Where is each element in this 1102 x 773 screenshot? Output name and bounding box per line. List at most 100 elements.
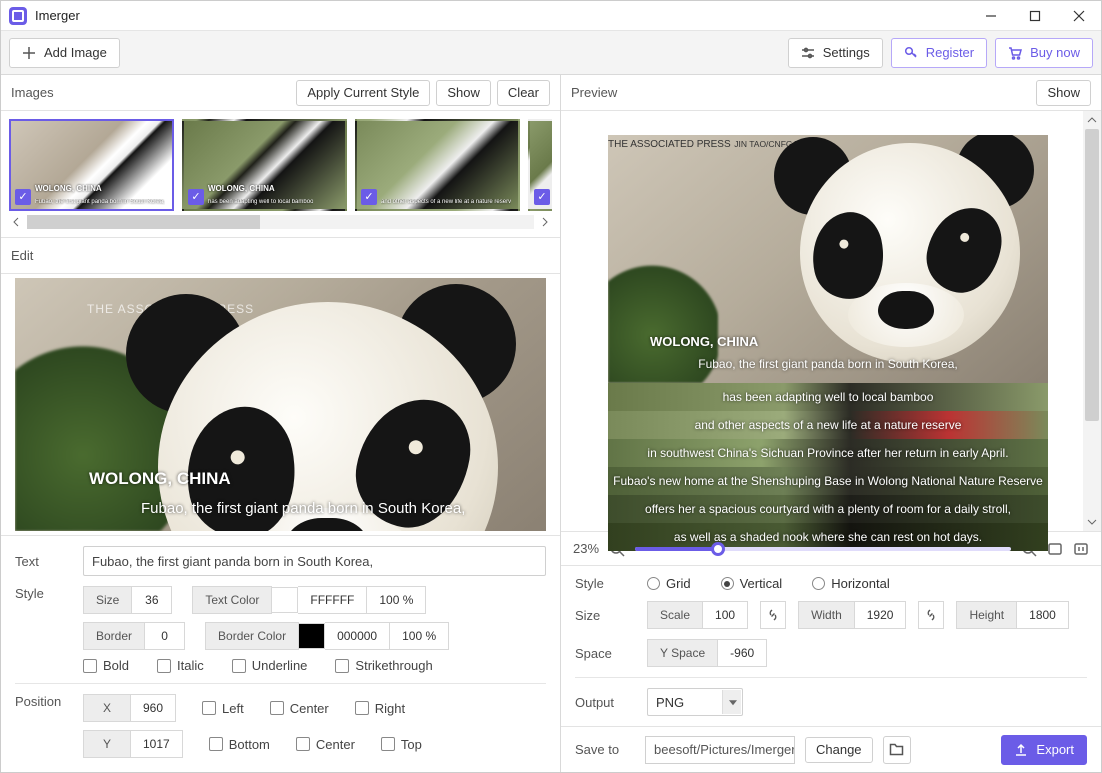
yspace-input[interactable]: -960 (718, 639, 767, 667)
apply-style-label: Apply Current Style (307, 85, 419, 100)
scroll-grip[interactable] (27, 215, 260, 229)
buy-now-button[interactable]: Buy now (995, 38, 1093, 68)
textcolor-swatch[interactable] (272, 587, 298, 613)
output-select[interactable]: PNG (647, 688, 743, 716)
preview-show-button[interactable]: Show (1036, 80, 1091, 106)
pos-right-checkbox[interactable]: Right (355, 701, 405, 716)
export-button[interactable]: Export (1001, 735, 1087, 765)
bordercolor-pct-input[interactable]: 100 % (390, 622, 449, 650)
scroll-right-icon[interactable] (536, 215, 552, 229)
scale-input[interactable]: 100 (703, 601, 748, 629)
images-panel-title: Images (11, 85, 54, 100)
register-button[interactable]: Register (891, 38, 987, 68)
link-size-button[interactable] (918, 601, 944, 629)
underline-checkbox[interactable]: Underline (232, 658, 308, 673)
actual-size-icon[interactable] (1073, 541, 1089, 557)
thumb-subtitle: and other aspects of a new life at a nat… (381, 199, 511, 205)
preview-vscroll[interactable] (1083, 111, 1101, 531)
scroll-up-icon[interactable] (1083, 111, 1101, 129)
textcolor-pct-input[interactable]: 100 % (367, 586, 426, 614)
saveto-label: Save to (575, 742, 635, 757)
buy-now-label: Buy now (1030, 45, 1080, 60)
bordercolor-hex-input[interactable]: 000000 (325, 622, 390, 650)
space-label: Space (575, 646, 635, 661)
location-text: WOLONG, CHINA (89, 469, 231, 489)
thumb-item[interactable]: and other aspects of a new life at a nat… (355, 119, 520, 211)
cart-icon (1008, 46, 1022, 60)
thumb-item[interactable]: WOLONG, CHINA Fubao, the first giant pan… (9, 119, 174, 211)
settings-button[interactable]: Settings (788, 38, 883, 68)
text-input[interactable]: Fubao, the first giant panda born in Sou… (83, 546, 546, 576)
bold-checkbox[interactable]: Bold (83, 658, 129, 673)
thumb-caption: WOLONG, CHINA (208, 184, 275, 193)
sliders-icon (801, 46, 815, 60)
maximize-button[interactable] (1013, 1, 1057, 31)
zoom-slider[interactable] (635, 547, 1011, 551)
bordercolor-label: Border Color (205, 622, 299, 650)
pos-bottom-checkbox[interactable]: Bottom (209, 737, 270, 752)
output-select-value: PNG (656, 695, 684, 710)
link-aspect-button[interactable] (760, 601, 786, 629)
fit-icon[interactable] (1047, 541, 1063, 557)
height-input[interactable]: 1800 (1017, 601, 1069, 629)
edit-canvas[interactable]: THE ASSOCIATED PRESS JIN TAO/CNFGA WOLON… (1, 274, 560, 535)
italic-checkbox[interactable]: Italic (157, 658, 204, 673)
top-toolbar: Add Image Settings Register Buy now (1, 31, 1101, 75)
border-label: Border (83, 622, 145, 650)
x-input[interactable]: 960 (131, 694, 176, 722)
scale-label: Scale (647, 601, 703, 629)
merge-line: Fubao, the first giant panda born in Sou… (608, 357, 1048, 371)
check-icon (188, 189, 204, 205)
add-image-label: Add Image (44, 45, 107, 60)
style-vertical-radio[interactable]: Vertical (721, 576, 783, 591)
textcolor-hex-input[interactable]: FFFFFF (298, 586, 367, 614)
size-input[interactable]: 36 (132, 586, 172, 614)
thumb-item[interactable]: WOLONG, CHINA has been adapting well to … (182, 119, 347, 211)
scroll-grip[interactable] (1085, 129, 1099, 421)
scroll-track[interactable] (27, 215, 534, 229)
thumbs-strip: WOLONG, CHINA Fubao, the first giant pan… (1, 111, 560, 238)
pos-hcenter-checkbox[interactable]: Center (270, 701, 329, 716)
height-label: Height (956, 601, 1017, 629)
border-input[interactable]: 0 (145, 622, 185, 650)
style-horizontal-radio[interactable]: Horizontal (812, 576, 890, 591)
preview-canvas[interactable]: THE ASSOCIATED PRESS JIN TAO/CNFGA WOLON… (561, 111, 1083, 531)
zoom-percent: 23% (573, 541, 599, 556)
saveto-path[interactable]: beesoft/Pictures/Imerger (645, 736, 795, 764)
strike-checkbox[interactable]: Strikethrough (335, 658, 432, 673)
text-label: Text (15, 554, 71, 569)
location-text: WOLONG, CHINA (650, 334, 758, 349)
y-input[interactable]: 1017 (131, 730, 183, 758)
yspace-label: Y Space (647, 639, 718, 667)
apply-style-button[interactable]: Apply Current Style (296, 80, 430, 106)
style-grid-radio[interactable]: Grid (647, 576, 691, 591)
show-thumbs-button[interactable]: Show (436, 80, 491, 106)
edit-panel-title: Edit (11, 248, 33, 263)
pos-vcenter-checkbox[interactable]: Center (296, 737, 355, 752)
plus-icon (22, 46, 36, 60)
pos-top-checkbox[interactable]: Top (381, 737, 422, 752)
scroll-left-icon[interactable] (9, 215, 25, 229)
clear-thumbs-button[interactable]: Clear (497, 80, 550, 106)
scroll-down-icon[interactable] (1083, 513, 1101, 531)
bordercolor-swatch[interactable] (299, 623, 325, 649)
close-button[interactable] (1057, 1, 1101, 31)
minimize-button[interactable] (969, 1, 1013, 31)
thumb-item[interactable] (528, 119, 552, 211)
rstyle-label: Style (575, 576, 635, 591)
position-label: Position (15, 694, 71, 709)
pos-left-checkbox[interactable]: Left (202, 701, 244, 716)
change-path-button[interactable]: Change (805, 737, 873, 763)
add-image-button[interactable]: Add Image (9, 38, 120, 68)
text-input-value: Fubao, the first giant panda born in Sou… (92, 554, 373, 569)
images-panel-header: Images Apply Current Style Show Clear (1, 75, 560, 111)
thumbs-scrollbar[interactable] (9, 215, 552, 229)
width-input[interactable]: 1920 (855, 601, 907, 629)
preview-show-label: Show (1047, 85, 1080, 100)
merge-line: in southwest China's Sichuan Province af… (608, 439, 1048, 467)
check-icon (15, 189, 31, 205)
thumb-subtitle: Fubao, the first giant panda born in Sou… (35, 199, 165, 205)
app-icon (9, 7, 27, 25)
merge-line: Fubao's new home at the Shenshuping Base… (608, 467, 1048, 495)
open-folder-button[interactable] (883, 736, 911, 764)
